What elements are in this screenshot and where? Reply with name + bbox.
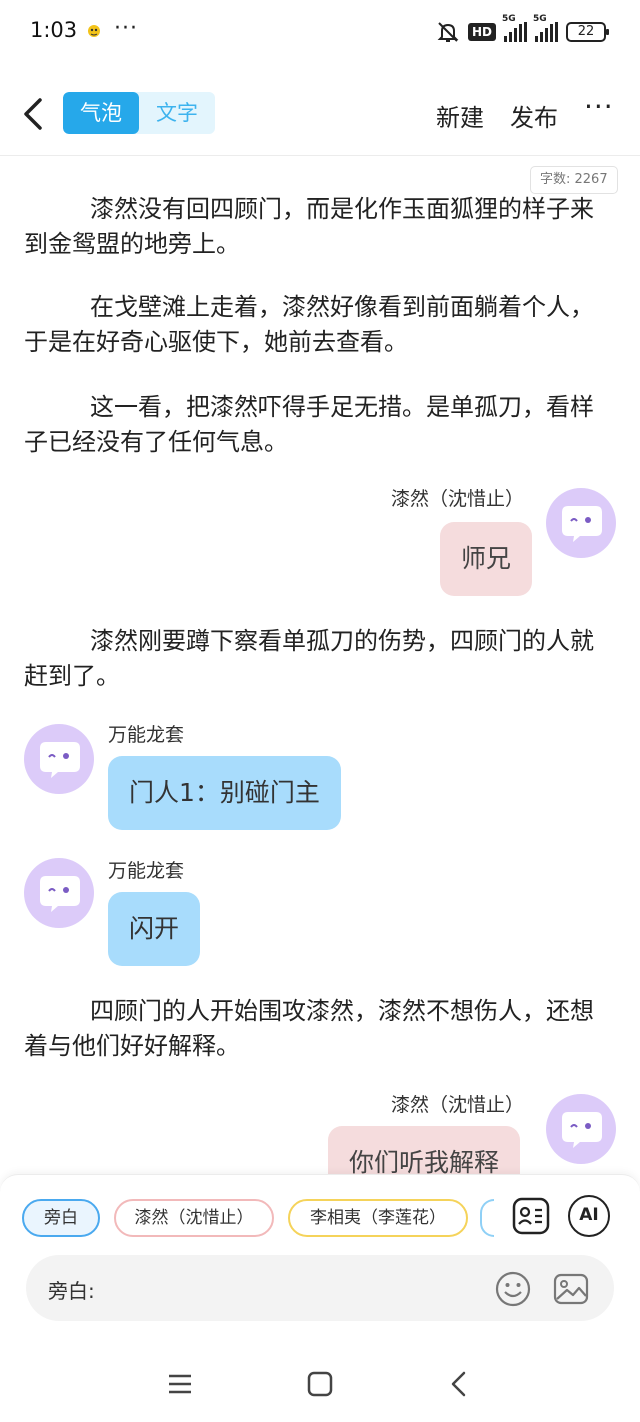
speaker-name: 漆然（沈惜止） [390, 1094, 524, 1116]
network-type-label-2: 5G [533, 14, 547, 24]
back-arrow-icon[interactable] [18, 92, 50, 136]
signal-icon-2: 5G [533, 14, 558, 42]
paragraph-text: 这一看，把漆然吓得手足无措。是单孤刀，看样子已经没有了任何气息。 [24, 393, 594, 456]
top-nav-bar: 气泡 文字 新建 发布 ··· [0, 72, 640, 156]
input-speaker-label: 旁白: [48, 1279, 95, 1303]
mute-bell-icon [437, 22, 459, 42]
narration-paragraph[interactable]: 在戈壁滩上走着，漆然好像看到前面躺着个人，于是在好奇心驱使下，她前去查看。 [24, 290, 616, 360]
new-button[interactable]: 新建 [436, 98, 484, 133]
ai-button[interactable]: AI [568, 1195, 610, 1237]
speaker-name: 万能龙套 [108, 860, 185, 882]
image-icon[interactable] [552, 1270, 590, 1308]
back-icon[interactable] [444, 1368, 476, 1400]
tab-bubble[interactable]: 气泡 [63, 92, 139, 134]
hd-badge: HD [467, 23, 496, 41]
character-chip-partial[interactable] [480, 1199, 494, 1237]
bubble-face-icon [562, 506, 602, 542]
dialogue-input[interactable] [106, 1269, 486, 1307]
paragraph-text: 在戈壁滩上走着，漆然好像看到前面躺着个人，于是在好奇心驱使下，她前去查看。 [24, 293, 594, 356]
speaker-name: 万能龙套 [108, 724, 185, 746]
system-nav-bar [0, 1346, 640, 1422]
status-bar: 1:03 ··· HD 5G 5G 22 [0, 0, 640, 64]
bubble-face-icon [40, 876, 80, 912]
narration-paragraph[interactable]: 漆然刚要蹲下察看单孤刀的伤势，四顾门的人就赶到了。 [24, 624, 616, 694]
battery-icon: 22 [566, 22, 609, 42]
paragraph-text: 四顾门的人开始围攻漆然，漆然不想伤人，还想着与他们好好解释。 [24, 997, 594, 1060]
input-panel: 旁白 漆然（沈惜止） 李相夷（李莲花） AI 旁白: [0, 1174, 640, 1346]
narration-paragraph[interactable]: 四顾门的人开始围攻漆然，漆然不想伤人，还想着与他们好好解释。 [24, 994, 616, 1064]
chat-bubble[interactable]: 闪开 [108, 892, 201, 966]
character-avatar[interactable] [546, 1094, 616, 1164]
bubble-face-icon [40, 742, 80, 778]
character-avatar[interactable] [546, 488, 616, 558]
character-list-icon[interactable] [510, 1195, 552, 1237]
narration-paragraph[interactable]: 这一看，把漆然吓得手足无措。是单孤刀，看样子已经没有了任何气息。 [24, 390, 616, 460]
character-chip-narrator[interactable]: 旁白 [22, 1199, 100, 1237]
paragraph-text: 漆然没有回四顾门，而是化作玉面狐狸的样子来到金鸳盟的地旁上。 [24, 195, 594, 258]
network-type-label: 5G [502, 14, 516, 24]
speaker-name: 漆然（沈惜止） [390, 488, 524, 510]
status-more: ··· [114, 16, 138, 41]
publish-button[interactable]: 发布 [510, 98, 558, 133]
app-notification-icon [88, 25, 100, 37]
tab-text[interactable]: 文字 [139, 92, 215, 134]
bubble-face-icon [562, 1112, 602, 1148]
chat-bubble[interactable]: 门人1：别碰门主 [108, 756, 341, 830]
character-chip[interactable]: 漆然（沈惜止） [114, 1199, 274, 1237]
dialogue-input-box: 旁白: [26, 1255, 614, 1321]
emoji-icon[interactable] [494, 1270, 532, 1308]
character-avatar[interactable] [24, 858, 94, 928]
more-menu-button[interactable]: ··· [584, 90, 614, 123]
signal-icon: 5G [502, 14, 527, 42]
word-count-badge: 字数: 2267 [530, 166, 618, 194]
home-icon[interactable] [304, 1368, 336, 1400]
character-chip[interactable]: 李相夷（李莲花） [288, 1199, 468, 1237]
character-avatar[interactable] [24, 724, 94, 794]
status-time: 1:03 [30, 18, 78, 42]
mode-toggle: 气泡 文字 [63, 92, 215, 134]
chat-bubble[interactable]: 师兄 [440, 522, 533, 596]
narration-paragraph[interactable]: 漆然没有回四顾门，而是化作玉面狐狸的样子来到金鸳盟的地旁上。 [24, 192, 616, 262]
paragraph-text: 漆然刚要蹲下察看单孤刀的伤势，四顾门的人就赶到了。 [24, 627, 594, 690]
menu-icon[interactable] [164, 1368, 196, 1400]
